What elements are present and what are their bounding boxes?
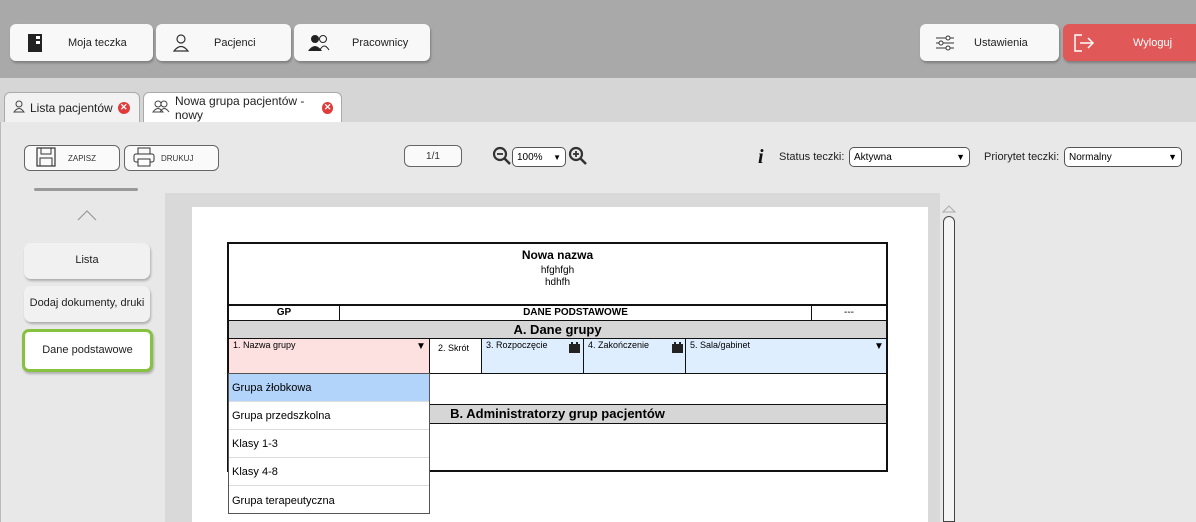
vertical-scrollbar[interactable]	[943, 216, 955, 522]
dropdown-option[interactable]: Klasy 1-3	[229, 430, 429, 458]
sidebar-item-label: Lista	[75, 254, 99, 267]
zoom-out-icon[interactable]	[492, 146, 512, 171]
sidebar-item-add-documents[interactable]: Dodaj dokumenty, druki	[24, 286, 150, 322]
logout-label: Wyloguj	[1133, 36, 1173, 49]
person-icon	[13, 100, 25, 116]
save-icon	[36, 147, 56, 169]
nav-patients-button[interactable]: Pacjenci	[156, 24, 291, 61]
dropdown-option[interactable]: Klasy 4-8	[229, 458, 429, 486]
calendar-icon[interactable]	[672, 340, 683, 358]
close-tab-icon[interactable]: ✕	[322, 101, 333, 114]
print-label: DRUKUJ	[161, 153, 194, 163]
sidebar-item-basic-data[interactable]: Dane podstawowe	[22, 329, 153, 372]
page-indicator: 1/1	[404, 145, 462, 167]
save-label: ZAPISZ	[68, 153, 97, 163]
save-button[interactable]: ZAPISZ	[24, 145, 120, 171]
chevron-down-icon[interactable]: ▼	[874, 341, 884, 352]
logout-button[interactable]: Wyloguj	[1063, 24, 1196, 61]
chevron-down-icon: ▼	[553, 152, 561, 162]
chevron-down-icon[interactable]: ▼	[416, 341, 426, 352]
print-button[interactable]: DRUKUJ	[124, 145, 219, 171]
calendar-icon[interactable]	[569, 340, 580, 358]
nav-employees-label: Pracownicy	[352, 36, 409, 49]
tab-patient-list-label: Lista pacjentów	[30, 100, 113, 115]
nav-my-folder-button[interactable]: Moja teczka	[10, 24, 153, 61]
end-date-label: 4. Zakończenie	[588, 340, 650, 350]
printer-icon	[133, 147, 155, 169]
sidebar-item-label: Dodaj dokumenty, druki	[29, 297, 145, 310]
settings-label: Ustawienia	[974, 36, 1028, 49]
nav-patients-label: Pacjenci	[214, 36, 256, 49]
section-a-heading: A. Dane grupy	[229, 321, 886, 338]
chevron-down-icon: ▼	[1168, 152, 1177, 162]
basic-data-heading: DANE PODSTAWOWE	[340, 306, 812, 320]
sidebar-item-list[interactable]: Lista	[24, 243, 150, 279]
logout-icon	[1073, 32, 1095, 54]
room-label: 5. Sala/gabinet	[690, 340, 751, 350]
chevron-down-icon: ▼	[956, 152, 965, 162]
person-icon	[170, 32, 192, 54]
priority-value: Normalny	[1069, 151, 1112, 163]
settings-button[interactable]: Ustawienia	[920, 24, 1059, 61]
sliders-icon	[934, 32, 956, 54]
people-icon	[308, 32, 330, 54]
nav-employees-button[interactable]: Pracownicy	[294, 24, 430, 61]
group-name-label: 1. Nazwa grupy	[233, 340, 296, 350]
group-code: GP	[229, 306, 340, 320]
zoom-select[interactable]: 100% ▼	[512, 147, 566, 167]
tab-new-patient-group-label: Nowa grupa pacjentów - nowy	[175, 93, 305, 122]
zoom-value: 100%	[517, 151, 543, 163]
dropdown-option[interactable]: Grupa przedszkolna	[229, 402, 429, 430]
form-subtitle-line2: hdhfh	[544, 277, 571, 288]
nav-my-folder-label: Moja teczka	[68, 36, 127, 49]
status-label: Status teczki:	[779, 151, 845, 163]
priority-select[interactable]: Normalny ▼	[1064, 147, 1182, 167]
info-icon[interactable]: i	[758, 146, 764, 169]
people-icon	[152, 100, 170, 116]
dropdown-option[interactable]: Grupa żłobkowa	[229, 374, 429, 402]
close-tab-icon[interactable]: ✕	[117, 101, 130, 114]
tab-new-patient-group[interactable]: Nowa grupa pacjentów - nowy ✕	[143, 92, 342, 122]
sidebar-divider	[34, 188, 138, 191]
chevron-up-icon[interactable]	[76, 208, 98, 227]
right-code: ---	[844, 307, 854, 318]
status-value: Aktywna	[854, 151, 892, 163]
form-title: Nowa nazwa	[521, 248, 594, 262]
sidebar-item-label: Dane podstawowe	[42, 343, 133, 356]
group-name-dropdown: Grupa żłobkowa Grupa przedszkolna Klasy …	[228, 373, 430, 514]
short-name-label: 2. Skrót	[438, 343, 470, 353]
dropdown-option[interactable]: Grupa terapeutyczna	[229, 486, 429, 513]
priority-label: Priorytet teczki:	[984, 151, 1060, 163]
zoom-in-icon[interactable]	[568, 146, 588, 171]
status-select[interactable]: Aktywna ▼	[849, 147, 970, 167]
start-date-label: 3. Rozpoczęcie	[486, 340, 548, 350]
form-subtitle-line1: hfghfgh	[540, 265, 575, 276]
folder-icon	[24, 32, 46, 54]
tab-patient-list[interactable]: Lista pacjentów ✕	[4, 92, 140, 122]
